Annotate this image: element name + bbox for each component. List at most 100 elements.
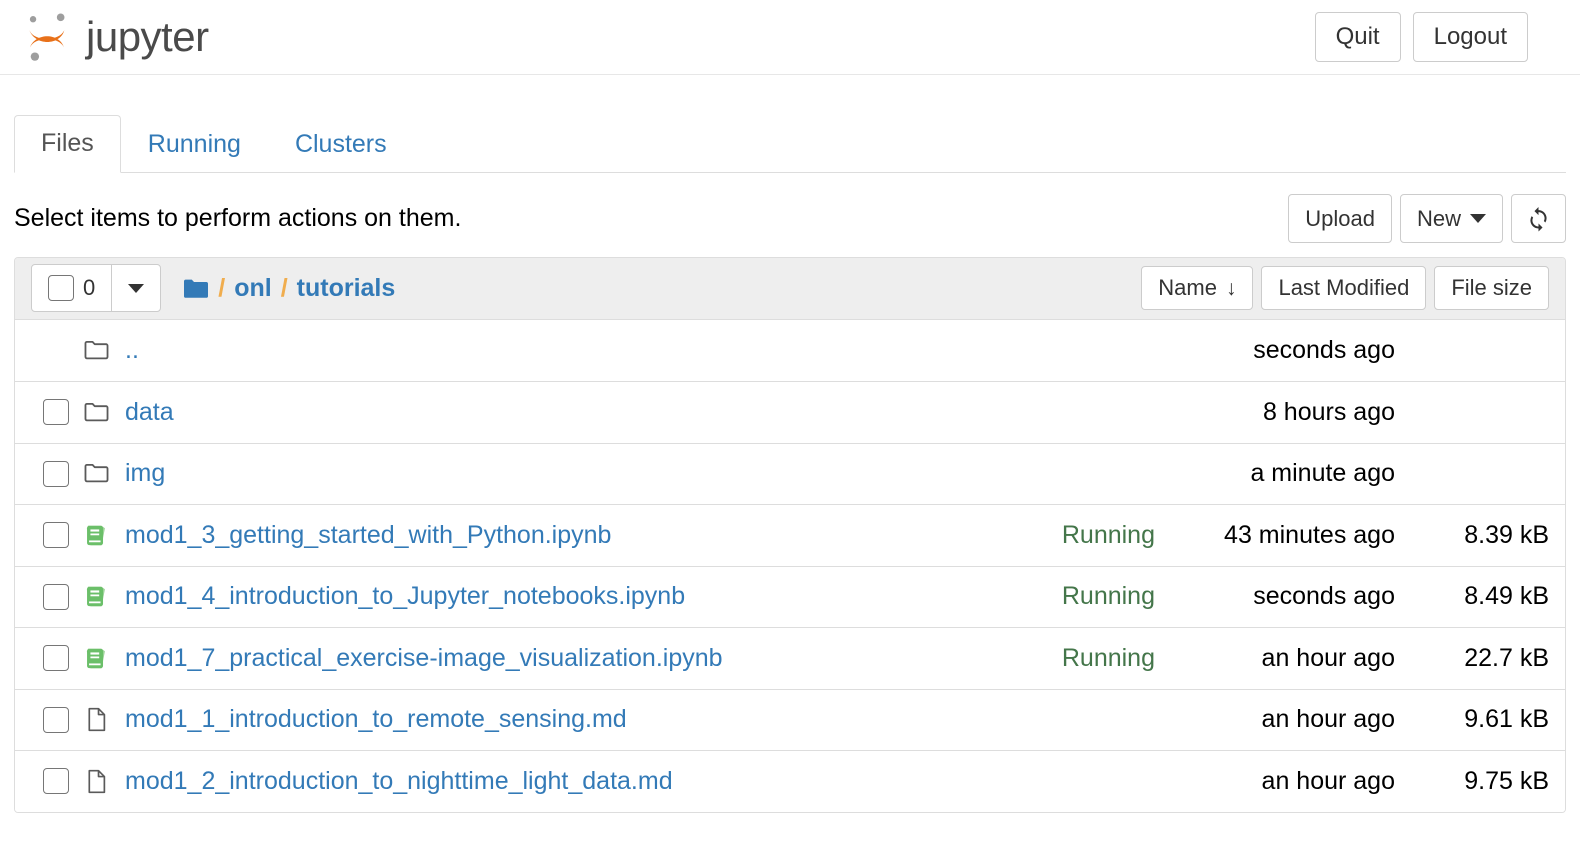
- table-row[interactable]: data 8 hours ago: [15, 381, 1565, 443]
- table-row[interactable]: mod1_3_getting_started_with_Python.ipynb…: [15, 504, 1565, 566]
- file-rows: .. seconds ago data 8 hours ago img a minute …: [15, 319, 1565, 812]
- breadcrumb-item-onl[interactable]: onl: [234, 274, 272, 303]
- folder-icon[interactable]: [183, 278, 209, 299]
- table-row[interactable]: mod1_1_introduction_to_remote_sensing.md…: [15, 688, 1565, 750]
- upload-button-label: Upload: [1305, 205, 1375, 231]
- row-checkbox-cell[interactable]: [29, 460, 83, 487]
- row-checkbox-cell[interactable]: [29, 399, 83, 426]
- file-name-link[interactable]: mod1_3_getting_started_with_Python.ipynb: [123, 521, 1062, 550]
- breadcrumb-separator: /: [218, 273, 226, 302]
- selected-count: 0: [83, 275, 96, 300]
- file-name-link[interactable]: data: [123, 398, 1155, 427]
- last-modified-cell: a minute ago: [1250, 459, 1395, 488]
- action-bar: Select items to perform actions on them.…: [0, 194, 1580, 243]
- header-actions: Quit Logout: [1314, 12, 1528, 62]
- table-row[interactable]: mod1_2_introduction_to_nighttime_light_d…: [15, 750, 1565, 812]
- table-row[interactable]: img a minute ago: [15, 442, 1565, 504]
- last-modified-cell: seconds ago: [1253, 335, 1395, 364]
- quit-button[interactable]: Quit: [1314, 12, 1401, 62]
- folder-icon: [83, 460, 123, 487]
- logout-button[interactable]: Logout: [1412, 12, 1528, 62]
- chevron-down-icon: [128, 283, 145, 293]
- sort-by-name-button[interactable]: Name ↓: [1141, 266, 1254, 310]
- checkbox-icon[interactable]: [43, 399, 69, 426]
- checkbox-icon[interactable]: [43, 768, 69, 795]
- sort-by-last-modified-button[interactable]: Last Modified: [1261, 266, 1427, 310]
- row-checkbox-cell[interactable]: [29, 645, 83, 672]
- sort-file-size-label: File size: [1451, 275, 1532, 300]
- selection-instruction: Select items to perform actions on them.: [14, 204, 462, 232]
- last-modified-cell: an hour ago: [1261, 643, 1395, 672]
- breadcrumb-separator: /: [280, 273, 288, 302]
- file-size-cell: 9.75 kB: [1464, 766, 1549, 795]
- select-dropdown-button[interactable]: [111, 264, 162, 312]
- sort-by-file-size-button[interactable]: File size: [1434, 266, 1549, 310]
- refresh-button[interactable]: [1511, 194, 1566, 243]
- sort-name-label: Name: [1158, 275, 1217, 300]
- upload-button[interactable]: Upload: [1288, 194, 1392, 243]
- jupyter-logo-icon: [22, 10, 76, 64]
- select-all-group: 0: [31, 264, 162, 312]
- table-row[interactable]: .. seconds ago: [15, 319, 1565, 381]
- refresh-icon: [1525, 205, 1552, 232]
- last-modified-cell: 8 hours ago: [1262, 397, 1395, 426]
- checkbox-icon[interactable]: [43, 645, 69, 672]
- file-name-link[interactable]: mod1_1_introduction_to_remote_sensing.md: [123, 705, 1155, 734]
- notebook-icon: [83, 645, 123, 672]
- file-icon: [83, 706, 123, 733]
- breadcrumb-item-tutorials[interactable]: tutorials: [297, 274, 396, 303]
- file-size-cell: 22.7 kB: [1464, 643, 1549, 672]
- file-name-link[interactable]: ..: [123, 336, 1155, 365]
- folder-icon: [83, 399, 123, 426]
- running-status-badge: Running: [1061, 582, 1155, 611]
- last-modified-cell: seconds ago: [1253, 582, 1395, 611]
- file-size-cell: 8.39 kB: [1464, 520, 1549, 549]
- tab-bar: Files Running Clusters: [14, 115, 1566, 173]
- breadcrumb: / onl / tutorials: [183, 274, 395, 303]
- row-checkbox-cell[interactable]: [29, 522, 83, 549]
- arrow-down-icon: ↓: [1225, 276, 1237, 300]
- file-size-cell: 8.49 kB: [1464, 582, 1549, 611]
- tab-files[interactable]: Files: [14, 115, 121, 173]
- last-modified-cell: an hour ago: [1261, 766, 1395, 795]
- checkbox-icon[interactable]: [43, 522, 69, 549]
- table-row[interactable]: mod1_7_practical_exercise-image_visualiz…: [15, 627, 1565, 689]
- last-modified-cell: 43 minutes ago: [1224, 520, 1395, 549]
- file-size-cell: 9.61 kB: [1464, 705, 1549, 734]
- checkbox-icon[interactable]: [43, 583, 69, 610]
- file-icon: [83, 768, 123, 795]
- brand-title: jupyter: [86, 13, 209, 60]
- table-row[interactable]: mod1_4_introduction_to_Jupyter_notebooks…: [15, 565, 1565, 627]
- notebook-icon: [83, 522, 123, 549]
- file-name-link[interactable]: mod1_2_introduction_to_nighttime_light_d…: [123, 767, 1155, 796]
- file-list: 0 / onl / tutorials Name ↓ Last Modified…: [14, 256, 1566, 813]
- row-checkbox-cell[interactable]: [29, 583, 83, 610]
- file-list-wrapper: 0 / onl / tutorials Name ↓ Last Modified…: [0, 256, 1580, 813]
- tab-clusters[interactable]: Clusters: [268, 116, 414, 173]
- folder-icon: [83, 337, 123, 364]
- chevron-down-icon: [1470, 214, 1486, 223]
- tab-bar-wrapper: Files Running Clusters: [0, 115, 1580, 173]
- sort-last-modified-label: Last Modified: [1278, 275, 1410, 300]
- sort-buttons: Name ↓ Last Modified File size: [1141, 266, 1549, 310]
- file-name-link[interactable]: mod1_4_introduction_to_Jupyter_notebooks…: [123, 582, 1062, 611]
- last-modified-cell: an hour ago: [1261, 705, 1395, 734]
- running-status-badge: Running: [1061, 643, 1155, 672]
- new-menu-button[interactable]: New: [1399, 194, 1503, 243]
- new-button-label: New: [1416, 205, 1461, 231]
- checkbox-icon[interactable]: [43, 706, 69, 733]
- running-status-badge: Running: [1061, 520, 1155, 549]
- checkbox-icon[interactable]: [43, 460, 69, 487]
- row-checkbox-cell[interactable]: [29, 768, 83, 795]
- file-list-toolbar: 0 / onl / tutorials Name ↓ Last Modified…: [15, 257, 1565, 320]
- row-checkbox-cell[interactable]: [29, 706, 83, 733]
- checkbox-icon[interactable]: [48, 275, 74, 301]
- app-header: jupyter Quit Logout: [0, 0, 1580, 75]
- notebook-icon: [83, 583, 123, 610]
- select-all-button[interactable]: 0: [31, 264, 113, 312]
- file-name-link[interactable]: img: [123, 459, 1155, 488]
- file-name-link[interactable]: mod1_7_practical_exercise-image_visualiz…: [123, 644, 1062, 673]
- action-bar-buttons: Upload New: [1288, 194, 1566, 243]
- jupyter-brand[interactable]: jupyter: [22, 10, 209, 64]
- tab-running[interactable]: Running: [121, 116, 268, 173]
